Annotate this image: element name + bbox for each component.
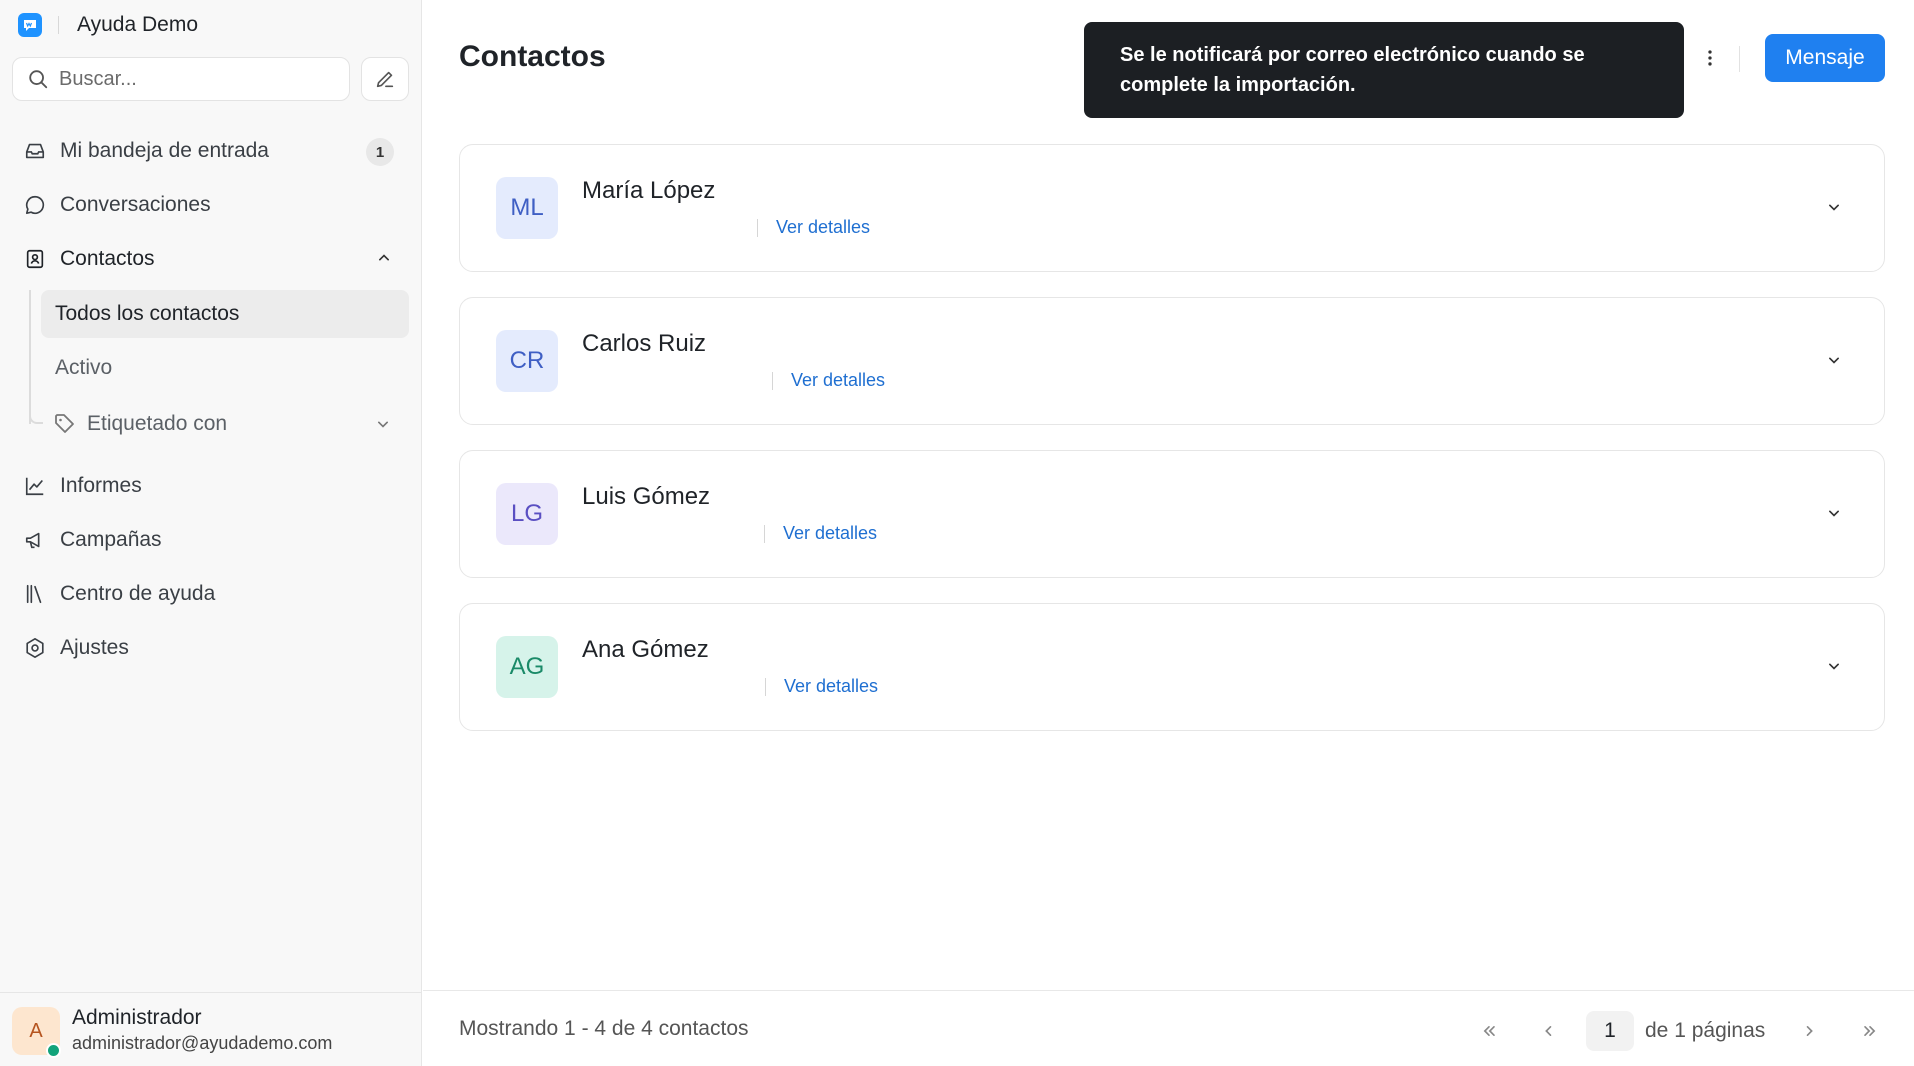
sidebar-item-label: Mi bandeja de entrada xyxy=(60,139,269,162)
profile-name: Administrador xyxy=(72,1006,202,1029)
sidebar-item-settings[interactable]: Ajustes xyxy=(12,625,410,671)
sidebar: Ayuda Demo Mi bandeja de entrada 1 Conve… xyxy=(0,0,422,1066)
contact-name: Carlos Ruiz xyxy=(582,330,707,357)
contact-name: María López xyxy=(582,177,716,204)
contact-card[interactable]: LG Luis Gómez Ver detalles xyxy=(459,450,1885,578)
page-title: Contactos xyxy=(459,40,606,73)
sidebar-subitem-label: Etiquetado con xyxy=(87,412,228,435)
chat-bubble-icon xyxy=(22,192,48,218)
separator xyxy=(764,524,765,543)
pencil-icon xyxy=(376,71,394,88)
contact-name: Ana Gómez xyxy=(582,636,709,663)
sidebar-item-label: Campañas xyxy=(60,528,162,551)
inbox-icon xyxy=(22,138,48,164)
chevron-right-icon xyxy=(1806,1026,1813,1036)
view-details-link[interactable]: Ver detalles xyxy=(791,370,885,391)
pagination-summary: Mostrando 1 - 4 de 4 contactos xyxy=(459,1017,749,1040)
view-details-link[interactable]: Ver detalles xyxy=(776,217,870,238)
sidebar-item-label: Contactos xyxy=(60,247,155,270)
separator xyxy=(765,677,766,696)
next-page-button[interactable] xyxy=(1790,1011,1830,1051)
chevron-down-icon[interactable] xyxy=(1824,197,1844,222)
unread-badge: 1 xyxy=(366,138,394,166)
import-toast: Se le notificará por correo electrónico … xyxy=(1084,22,1684,118)
line-chart-icon xyxy=(22,473,48,499)
separator xyxy=(757,218,758,237)
message-button[interactable]: Mensaje xyxy=(1765,34,1885,82)
sidebar-item-campaigns[interactable]: Campañas xyxy=(12,517,410,563)
page-count-text: de 1 páginas xyxy=(1645,1019,1766,1042)
chevron-down-icon[interactable] xyxy=(373,414,393,440)
contact-book-icon xyxy=(22,246,48,272)
library-icon xyxy=(22,581,48,607)
sidebar-item-inbox[interactable]: Mi bandeja de entrada 1 xyxy=(12,128,410,174)
current-page[interactable]: 1 xyxy=(1586,1011,1634,1051)
sidebar-item-label: Conversaciones xyxy=(60,193,211,216)
separator xyxy=(772,371,773,390)
chevron-up-icon[interactable] xyxy=(374,248,394,274)
contact-details-link-wrap: Ver detalles xyxy=(764,523,877,544)
online-status-dot xyxy=(46,1043,61,1058)
first-page-button[interactable] xyxy=(1469,1011,1509,1051)
search-icon xyxy=(29,70,48,89)
contact-card[interactable]: ML María López Ver detalles xyxy=(459,144,1885,272)
chevron-down-icon[interactable] xyxy=(1824,350,1844,375)
sidebar-item-conversations[interactable]: Conversaciones xyxy=(12,182,410,228)
brand: Ayuda Demo xyxy=(18,12,198,38)
sidebar-item-reports[interactable]: Informes xyxy=(12,463,410,509)
contact-card[interactable]: AG Ana Gómez Ver detalles xyxy=(459,603,1885,731)
double-chevron-right-icon xyxy=(1864,1026,1876,1036)
contact-details-link-wrap: Ver detalles xyxy=(772,370,885,391)
main-panel: Contactos Mensaje ML María López Ver det… xyxy=(423,0,1914,1066)
tag-icon xyxy=(53,412,77,436)
contact-avatar: CR xyxy=(496,330,558,392)
vertical-dots-icon xyxy=(1708,50,1712,66)
contact-avatar: ML xyxy=(496,177,558,239)
sidebar-subitem-all-contacts[interactable]: Todos los contactos xyxy=(41,290,409,338)
view-details-link[interactable]: Ver detalles xyxy=(783,523,877,544)
contact-details-link-wrap: Ver detalles xyxy=(757,217,870,238)
view-details-link[interactable]: Ver detalles xyxy=(784,676,878,697)
sidebar-item-contacts[interactable]: Contactos xyxy=(12,236,410,282)
settings-icon xyxy=(22,635,48,661)
contact-avatar: LG xyxy=(496,483,558,545)
toolbar-divider xyxy=(1739,46,1740,72)
sidebar-subitem-tagged[interactable]: Etiquetado con xyxy=(41,400,409,448)
sidebar-item-label: Informes xyxy=(60,474,142,497)
pagination-footer: Mostrando 1 - 4 de 4 contactos 1 de 1 pá… xyxy=(423,990,1914,1066)
sidebar-subitem-label: Todos los contactos xyxy=(55,302,240,325)
chevron-left-icon xyxy=(1545,1026,1552,1036)
contact-card[interactable]: CR Carlos Ruiz Ver detalles xyxy=(459,297,1885,425)
sidebar-subitem-active[interactable]: Activo xyxy=(41,344,409,392)
megaphone-icon xyxy=(22,527,48,553)
chat-logo-icon[interactable] xyxy=(18,13,42,37)
brand-divider xyxy=(58,16,59,34)
sidebar-subitem-label: Activo xyxy=(55,356,113,379)
chevron-down-icon[interactable] xyxy=(1824,503,1844,528)
profile-email: administrador@ayudademo.com xyxy=(72,1033,333,1053)
compose-button[interactable] xyxy=(361,57,409,101)
contact-details-link-wrap: Ver detalles xyxy=(765,676,878,697)
contact-name: Luis Gómez xyxy=(582,483,711,510)
double-chevron-left-icon xyxy=(1483,1026,1495,1036)
chevron-down-icon[interactable] xyxy=(1824,656,1844,681)
prev-page-button[interactable] xyxy=(1528,1011,1568,1051)
sidebar-search-input[interactable] xyxy=(59,67,339,91)
contact-avatar: AG xyxy=(496,636,558,698)
sidebar-item-help-center[interactable]: Centro de ayuda xyxy=(12,571,410,617)
profile-section[interactable]: A Administrador administrador@ayudademo.… xyxy=(0,992,422,1066)
sidebar-item-label: Ajustes xyxy=(60,636,129,659)
brand-name: Ayuda Demo xyxy=(77,13,199,36)
last-page-button[interactable] xyxy=(1850,1011,1890,1051)
more-options-button[interactable] xyxy=(1692,40,1728,76)
sidebar-item-label: Centro de ayuda xyxy=(60,582,216,605)
sidebar-search[interactable] xyxy=(12,57,350,101)
